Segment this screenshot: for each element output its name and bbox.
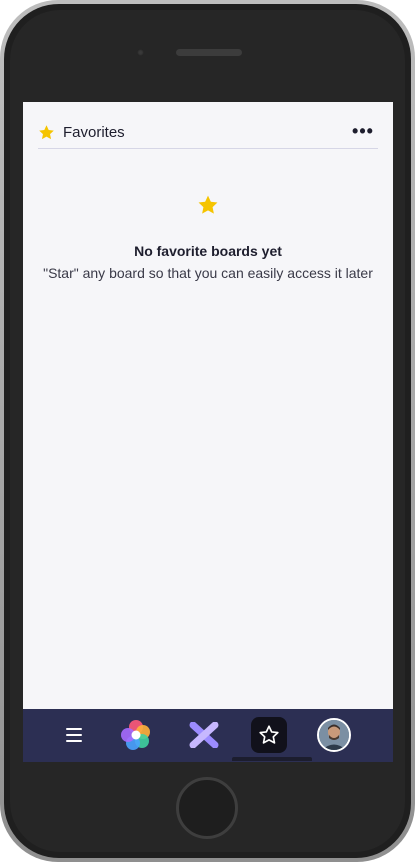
app-screen: Favorites ••• No favorite boards yet "St… <box>23 102 393 762</box>
star-outline-icon <box>259 725 279 744</box>
avatar-photo <box>319 720 349 750</box>
nav-menu-button[interactable] <box>56 717 92 753</box>
nav-favorites-button[interactable] <box>251 717 287 753</box>
hamburger-menu-icon <box>66 728 82 742</box>
home-button[interactable] <box>176 777 238 839</box>
nav-home-button[interactable] <box>118 717 154 753</box>
favorites-header: Favorites ••• <box>38 120 378 149</box>
page-title: Favorites <box>63 124 125 141</box>
more-options-button[interactable]: ••• <box>352 120 374 142</box>
star-filled-icon <box>198 195 218 214</box>
active-tab-caret <box>259 701 277 709</box>
bottom-navigation <box>23 701 393 762</box>
nav-workspaces-button[interactable] <box>186 717 222 753</box>
phone-frame: Favorites ••• No favorite boards yet "St… <box>0 0 415 862</box>
star-filled-icon <box>39 125 54 140</box>
active-tab-indicator <box>232 757 312 761</box>
user-avatar <box>317 718 351 752</box>
empty-state-description: "Star" any board so that you can easily … <box>43 265 373 281</box>
more-horizontal-icon: ••• <box>352 121 374 141</box>
workspace-x-icon <box>189 722 219 748</box>
earpiece-speaker <box>176 49 242 56</box>
empty-state: No favorite boards yet "Star" any board … <box>38 194 378 284</box>
empty-state-title: No favorite boards yet <box>134 243 282 259</box>
color-wheel-logo-icon <box>121 720 150 750</box>
nav-profile-button[interactable] <box>316 717 352 753</box>
front-camera <box>137 49 144 56</box>
